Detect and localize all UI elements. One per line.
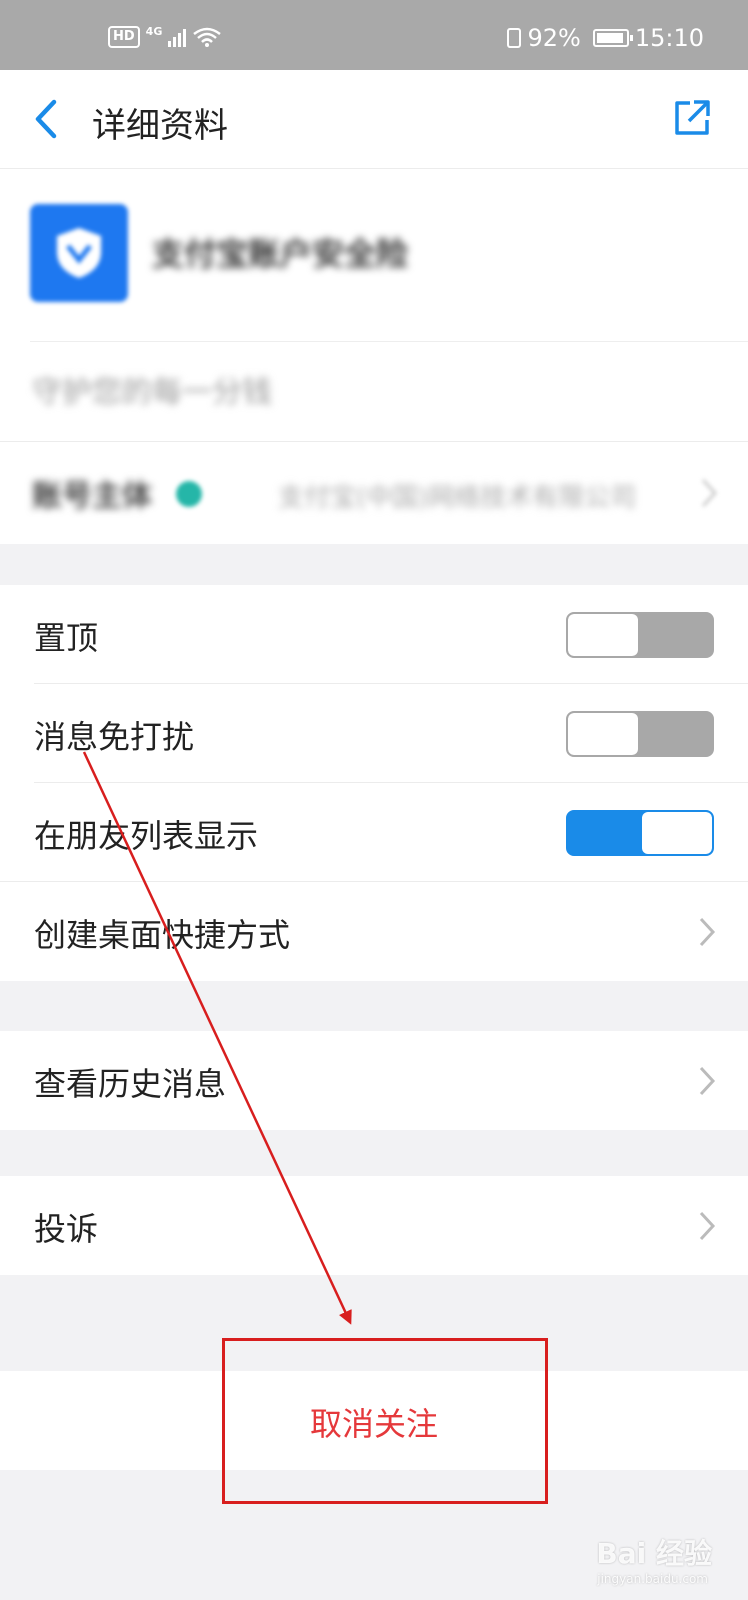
- toggle-knob: [568, 614, 638, 656]
- account-name: 支付宝账户安全险: [152, 235, 409, 273]
- clock: 15:10: [634, 24, 704, 52]
- share-external-icon[interactable]: [672, 98, 712, 138]
- show-in-list-row: 在朋友列表显示: [0, 783, 748, 882]
- mute-label: 消息免打扰: [34, 718, 195, 756]
- pin-top-toggle[interactable]: [566, 612, 714, 658]
- toggle-knob: [642, 812, 712, 854]
- battery-icon: [592, 29, 633, 47]
- signal-icon: [168, 27, 187, 47]
- chevron-right-icon: [699, 917, 716, 947]
- owner-value[interactable]: 支付宝(中国)网络技术有限公司: [278, 477, 636, 514]
- battery-percent: 92%: [527, 24, 581, 52]
- shortcut-label: 创建桌面快捷方式: [34, 916, 291, 954]
- settings-section: 置顶 消息免打扰 在朋友列表显示 创建桌面快捷方式: [0, 585, 748, 981]
- unfollow-label: 取消关注: [309, 1405, 438, 1443]
- watermark-logo: Bai 经验: [596, 1537, 712, 1570]
- history-label: 查看历史消息: [34, 1065, 227, 1103]
- network-type: 4G: [145, 24, 163, 38]
- divider: [0, 441, 748, 442]
- chevron-left-icon[interactable]: [30, 98, 60, 140]
- nav-bar: 详细资料: [0, 70, 748, 169]
- owner-label: 账号主体: [32, 479, 152, 514]
- wifi-icon: [193, 27, 222, 47]
- status-right: 92% 15:10: [507, 24, 704, 52]
- chevron-right-icon: [699, 1066, 716, 1096]
- pin-top-row: 置顶: [0, 585, 748, 684]
- verified-icon: [176, 481, 202, 507]
- complain-label: 投诉: [34, 1210, 99, 1248]
- complain-section: 投诉: [0, 1176, 748, 1275]
- show-in-list-toggle[interactable]: [566, 810, 714, 856]
- show-in-list-label: 在朋友列表显示: [34, 817, 259, 855]
- watermark-url: jingyan.baidu.com: [597, 1572, 708, 1586]
- profile-card: 支付宝账户安全险 守护您的每一分钱 账号主体 支付宝(中国)网络技术有限公司: [0, 169, 748, 544]
- chevron-right-icon: [701, 478, 718, 508]
- vibrate-icon: [507, 28, 522, 48]
- divider: [30, 341, 748, 342]
- history-row[interactable]: 查看历史消息: [0, 1031, 748, 1130]
- account-slogan: 守护您的每一分钱: [32, 375, 272, 410]
- hd-icon: HD: [108, 26, 140, 48]
- history-section: 查看历史消息: [0, 1031, 748, 1130]
- status-left: HD 4G: [108, 24, 222, 48]
- page-title: 详细资料: [92, 106, 228, 146]
- status-bar: HD 4G 92% 15:10: [0, 0, 748, 70]
- shield-icon: [57, 228, 101, 278]
- mute-toggle[interactable]: [566, 711, 714, 757]
- chevron-right-icon: [699, 1211, 716, 1241]
- mute-row: 消息免打扰: [0, 684, 748, 783]
- toggle-knob: [568, 713, 638, 755]
- account-logo: [30, 204, 128, 302]
- complain-row[interactable]: 投诉: [0, 1176, 748, 1275]
- pin-top-label: 置顶: [34, 619, 99, 657]
- unfollow-button[interactable]: 取消关注: [0, 1371, 748, 1470]
- shortcut-row[interactable]: 创建桌面快捷方式: [0, 882, 748, 981]
- battery-fill: [596, 33, 623, 43]
